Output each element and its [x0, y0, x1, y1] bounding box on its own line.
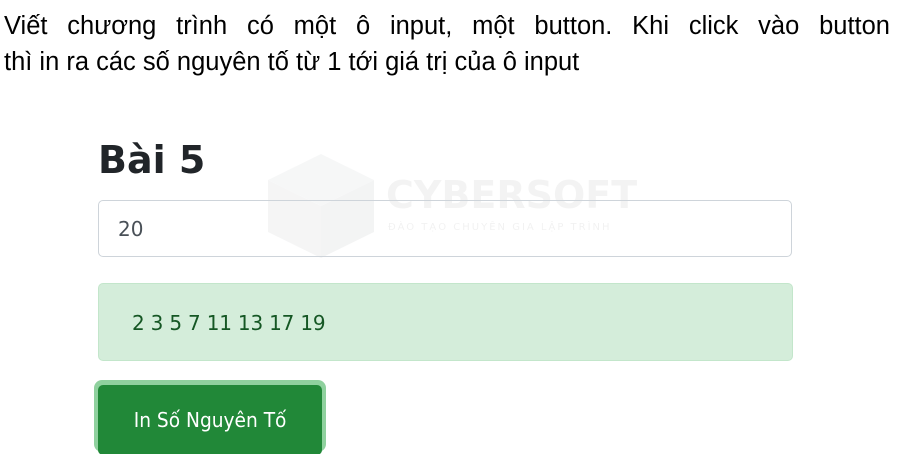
print-primes-button-label: In Số Nguyên Tố: [133, 408, 287, 432]
result-text: 2 3 5 7 11 13 17 19: [132, 311, 326, 335]
print-primes-button[interactable]: In Số Nguyên Tố: [98, 385, 322, 454]
demo-panel: CYBERSOFT ĐÀO TẠO CHUYÊN GIA LẬP TRÌNH B…: [94, 130, 794, 454]
page-title: Bài 5: [98, 138, 206, 182]
button-focus-ring: In Số Nguyên Tố: [94, 380, 326, 454]
task-line-2: thì in ra các số nguyên tố từ 1 tới giá …: [4, 48, 580, 76]
number-input[interactable]: [98, 200, 792, 257]
result-alert: 2 3 5 7 11 13 17 19: [98, 283, 793, 361]
task-description: Viết chương trình có một ô input, một bu…: [4, 8, 890, 80]
task-line-1: Viết chương trình có một ô input, một bu…: [4, 12, 890, 40]
